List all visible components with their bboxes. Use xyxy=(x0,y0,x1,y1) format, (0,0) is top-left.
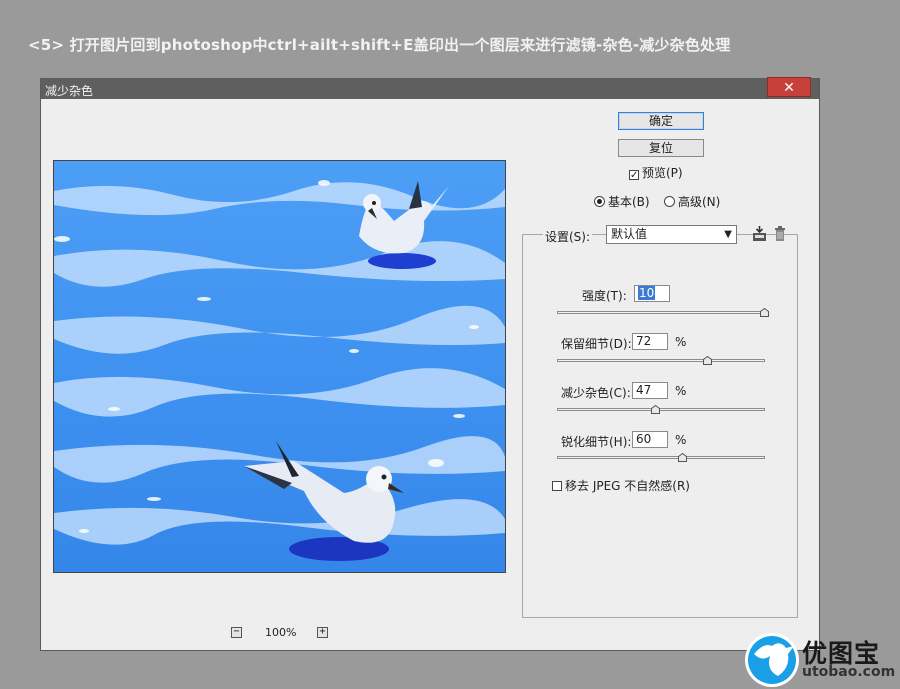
sharpen-details-input[interactable]: 60 xyxy=(632,431,668,448)
mode-basic-label: 基本(B) xyxy=(608,195,650,209)
preserve-details-slider-thumb[interactable] xyxy=(703,356,712,365)
settings-preset-value: 默认值 xyxy=(611,227,648,241)
close-button[interactable]: ✕ xyxy=(767,77,811,97)
bird-logo-icon xyxy=(745,633,799,687)
strength-input[interactable]: 10 xyxy=(634,285,670,302)
strength-label: 强度(T): xyxy=(582,289,627,303)
zoom-level: 100% xyxy=(265,626,297,639)
save-preset-icon[interactable] xyxy=(752,226,767,242)
reduce-noise-label: 减少杂色(C): xyxy=(561,386,631,400)
strength-slider-thumb[interactable] xyxy=(760,308,769,317)
logo-domain: utobao.com xyxy=(802,664,896,680)
preview-checkbox-box[interactable]: ✓ xyxy=(629,170,639,181)
mode-advanced-radio[interactable]: 高级(N) xyxy=(664,193,720,210)
tutorial-caption: <5> 打开图片回到photoshop中ctrl+ailt+shift+E盖印出… xyxy=(28,36,731,54)
sharpen-details-slider-thumb[interactable] xyxy=(678,453,687,462)
zoom-out-button[interactable]: − xyxy=(231,627,242,638)
reduce-noise-slider-thumb[interactable] xyxy=(651,405,660,414)
preserve-details-label: 保留细节(D): xyxy=(561,337,632,351)
strength-slider[interactable] xyxy=(557,308,769,317)
zoom-controls: − 100% + xyxy=(231,626,341,641)
reduce-noise-unit: % xyxy=(675,384,687,398)
sharpen-details-unit: % xyxy=(675,433,687,447)
preserve-details-input[interactable]: 72 xyxy=(632,333,668,350)
preserve-details-slider[interactable] xyxy=(557,356,765,365)
remove-jpeg-artifact-checkbox[interactable]: 移去 JPEG 不自然感(R) xyxy=(552,477,690,494)
preview-label: 预览(P) xyxy=(642,166,683,180)
mode-basic-radio[interactable]: 基本(B) xyxy=(594,193,650,210)
seagulls-on-water-image xyxy=(54,161,505,572)
remove-jpeg-artifact-label: 移去 JPEG 不自然感(R) xyxy=(565,479,690,493)
sharpen-details-slider[interactable] xyxy=(557,453,765,462)
trash-icon[interactable] xyxy=(774,226,786,241)
zoom-in-button[interactable]: + xyxy=(317,627,328,638)
dialog-title: 减少杂色 xyxy=(45,84,94,98)
settings-label: 设置(S): xyxy=(543,228,593,245)
mode-advanced-label: 高级(N) xyxy=(678,195,721,209)
utobao-logo: 优图宝 utobao.com xyxy=(744,632,900,689)
dialog-titlebar[interactable]: 减少杂色 ✕ xyxy=(41,77,819,99)
reduce-noise-slider[interactable] xyxy=(557,405,765,414)
settings-preset-select[interactable]: 默认值 ▼ xyxy=(606,225,737,244)
remove-jpeg-artifact-box[interactable] xyxy=(552,481,562,491)
mode-advanced-radio-dot[interactable] xyxy=(664,196,675,207)
mode-basic-radio-dot[interactable] xyxy=(594,196,605,207)
preview-checkbox[interactable]: ✓ 预览(P) xyxy=(629,164,683,181)
reduce-noise-input[interactable]: 47 xyxy=(632,382,668,399)
sharpen-details-label: 锐化细节(H): xyxy=(561,435,632,449)
reset-button[interactable]: 复位 xyxy=(618,139,704,157)
reduce-noise-dialog: 减少杂色 ✕ − 100% + 确定 复位 ✓ 预览(P) 基本(B) 高级(N… xyxy=(40,77,820,651)
preserve-details-unit: % xyxy=(675,335,687,349)
chevron-down-icon: ▼ xyxy=(724,229,732,240)
preview-image[interactable] xyxy=(53,160,506,573)
ok-button[interactable]: 确定 xyxy=(618,112,704,130)
